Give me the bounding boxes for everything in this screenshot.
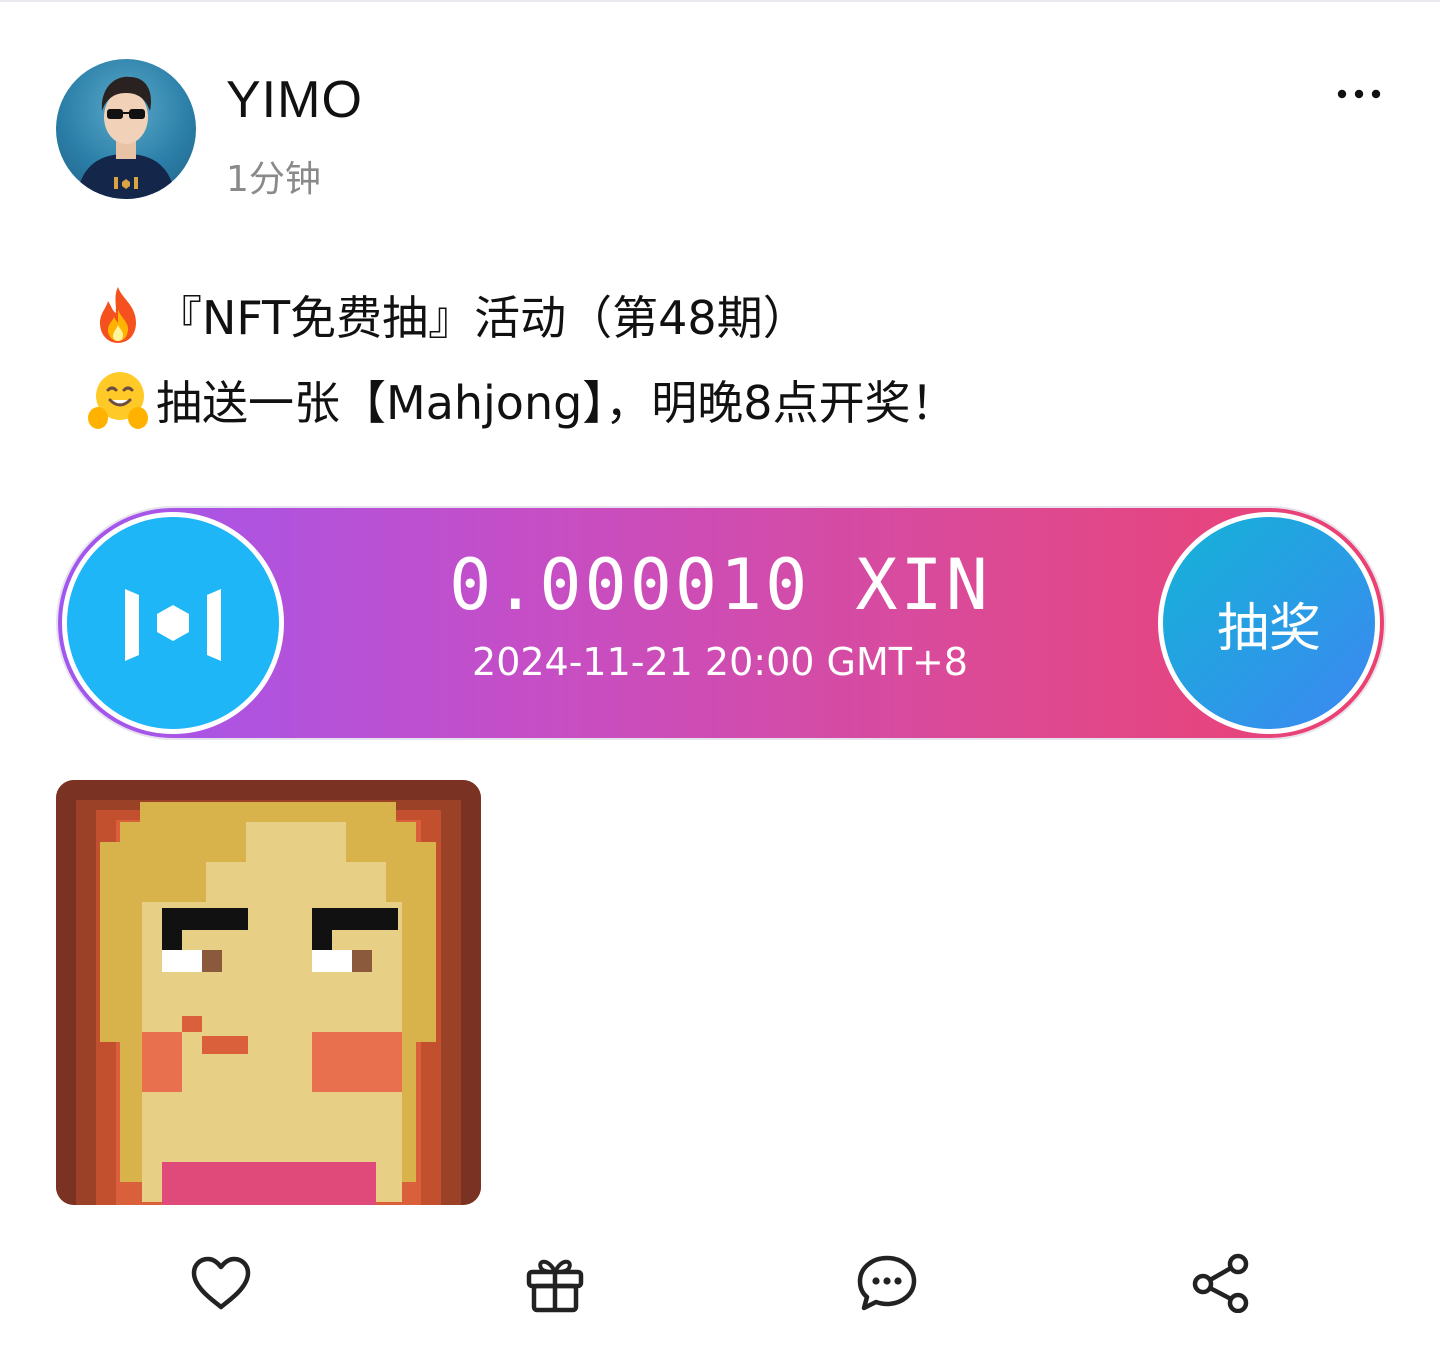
post-text-line-1: 『NFT免费抽』活动（第48期）	[86, 282, 809, 348]
like-button[interactable]	[186, 1248, 256, 1318]
gift-button[interactable]	[520, 1248, 590, 1318]
more-options-button[interactable]	[1330, 74, 1388, 114]
lottery-amount: 0.000010 XIN	[449, 544, 991, 626]
author-avatar[interactable]	[56, 59, 196, 199]
draw-button-label: 抽奖	[1216, 598, 1321, 659]
post-text-line-2: 抽送一张【Mahjong】，明晚8点开奖！	[86, 367, 957, 433]
lottery-datetime: 2024-11-21 20:00 GMT+8	[472, 640, 968, 684]
avatar-portrait	[76, 76, 176, 199]
mixin-logo-icon	[125, 589, 221, 661]
share-icon	[1192, 1253, 1249, 1313]
gift-icon	[526, 1259, 584, 1313]
author-name[interactable]: YIMO	[226, 70, 363, 130]
fire-emoji-icon	[100, 287, 136, 343]
post-card: YIMO 1分钟 『NFT免费抽』活动（第48期） 抽送一张【Mahjong】，…	[0, 0, 1440, 1360]
heart-icon	[191, 1256, 251, 1310]
mixin-logo	[62, 512, 284, 734]
draw-button[interactable]: 抽奖	[1158, 512, 1380, 734]
post-title: 『NFT免费抽』活动（第48期）	[156, 291, 809, 345]
share-button[interactable]	[1186, 1248, 1256, 1318]
post-body: 抽送一张【Mahjong】，明晚8点开奖！	[156, 376, 957, 430]
comment-icon	[857, 1255, 917, 1311]
hugging-face-emoji-icon	[88, 372, 148, 429]
comment-button[interactable]	[852, 1248, 922, 1318]
post-time: 1分钟	[226, 159, 321, 200]
nft-pixel-art	[56, 780, 481, 1205]
more-dots-icon	[1337, 89, 1381, 99]
nft-image[interactable]	[56, 780, 481, 1205]
